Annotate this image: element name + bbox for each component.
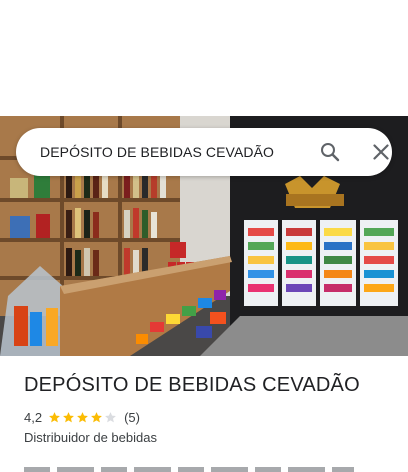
- place-category[interactable]: Distribuidor de bebidas: [24, 430, 157, 445]
- description-text: [24, 464, 354, 472]
- place-title: DEPÓSITO DE BEBIDAS CEVADÃO: [24, 374, 360, 396]
- star-filled-icon: [77, 411, 88, 422]
- map-area: [0, 0, 408, 116]
- star-filled-icon: [91, 411, 102, 422]
- rating-value: 4,2: [24, 409, 43, 425]
- place-page: DEPÓSITO DE BEBIDAS CEVADÃO DEPÓSITO DE …: [0, 0, 408, 472]
- search-icon[interactable]: [318, 140, 342, 164]
- star-empty-icon: [105, 411, 116, 422]
- rating-row[interactable]: 4,2 (5): [24, 408, 140, 426]
- star-filled-icon: [49, 411, 60, 422]
- close-icon[interactable]: [369, 140, 393, 164]
- star-filled-icon: [63, 411, 74, 422]
- star-rating: [48, 411, 118, 424]
- review-count[interactable]: (5): [124, 410, 140, 425]
- search-bar[interactable]: DEPÓSITO DE BEBIDAS CEVADÃO: [16, 128, 392, 176]
- search-input[interactable]: DEPÓSITO DE BEBIDAS CEVADÃO: [40, 128, 274, 176]
